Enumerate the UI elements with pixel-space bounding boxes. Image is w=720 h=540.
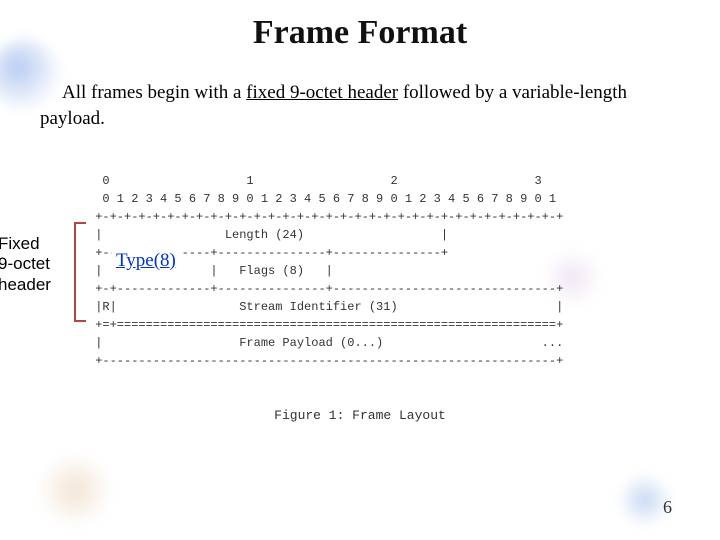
ascii-ruler-bits: 0 1 2 3 4 5 6 7 8 9 0 1 2 3 4 5 6 7 8 9 … bbox=[88, 192, 556, 206]
type-field-link[interactable]: Type(8) bbox=[112, 250, 180, 272]
ascii-frame-layout: 0 1 2 3 0 1 2 3 4 5 6 7 8 9 0 1 2 3 4 5 … bbox=[88, 172, 702, 370]
decorative-blob-bottom-left bbox=[40, 455, 110, 525]
intro-paragraph: All frames begin with a fixed 9-octet he… bbox=[40, 80, 680, 131]
ascii-ruler-columns: 0 1 2 3 bbox=[88, 174, 542, 188]
slide-title: Frame Format bbox=[0, 14, 720, 52]
fixed-header-side-label: Fixed 9-octet header bbox=[0, 234, 78, 295]
ascii-stream-row: |R| Stream Identifier (31) | bbox=[88, 300, 563, 314]
fixed-label-line-3: header bbox=[0, 275, 78, 295]
fixed-label-line-1: Fixed bbox=[0, 234, 78, 254]
fixed-label-line-2: 9-octet bbox=[0, 254, 78, 274]
figure-caption: Figure 1: Frame Layout bbox=[0, 408, 720, 423]
ascii-length-row: | Length (24) | bbox=[88, 228, 448, 242]
intro-text-underlined: fixed 9-octet header bbox=[246, 82, 398, 103]
page-number: 6 bbox=[663, 497, 672, 518]
red-bracket bbox=[74, 222, 86, 322]
ascii-payload-row: | Frame Payload (0...) ... bbox=[88, 336, 563, 350]
ascii-sep-2: +-+-------------+---------------+-------… bbox=[88, 282, 563, 296]
ascii-top-sep: +-+-+-+-+-+-+-+-+-+-+-+-+-+-+-+-+-+-+-+-… bbox=[88, 210, 563, 224]
ascii-bottom-sep: +---------------------------------------… bbox=[88, 354, 563, 368]
ascii-sep-3: +=+=====================================… bbox=[88, 318, 563, 332]
intro-text-prefix: All frames begin with a bbox=[62, 82, 246, 103]
